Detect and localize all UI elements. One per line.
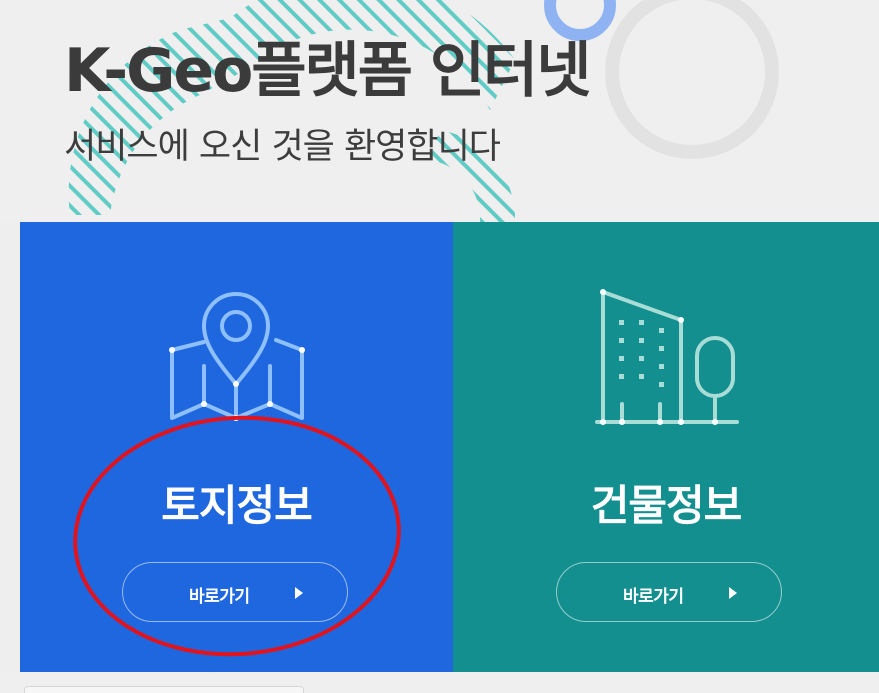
map-pin-icon <box>169 292 305 421</box>
play-arrow-icon <box>295 587 303 599</box>
page-subtitle: 서비스에 오신 것을 환영합니다 <box>64 127 501 167</box>
go-button-label: 바로가기 <box>623 587 684 607</box>
go-button-label: 바로가기 <box>189 587 250 607</box>
land-info-title: 토지정보 <box>161 481 313 530</box>
page: K-Geo플랫폼 인터넷 서비스에 오신 것을 환영합니다 토지정보 바로가기 … <box>0 0 879 693</box>
building-info-card[interactable]: 건물정보 바로가기 <box>453 222 879 672</box>
building-icon <box>595 289 739 425</box>
land-info-card[interactable]: 토지정보 바로가기 <box>20 222 453 672</box>
land-info-go-button[interactable]: 바로가기 <box>122 562 348 622</box>
building-info-title: 건물정보 <box>590 481 743 530</box>
play-arrow-icon <box>729 587 737 599</box>
hero-banner: K-Geo플랫폼 인터넷 서비스에 오신 것을 환영합니다 <box>0 0 879 222</box>
gray-ring-decoration <box>605 0 779 159</box>
bottom-strip <box>0 672 879 693</box>
building-info-go-button[interactable]: 바로가기 <box>556 562 782 622</box>
page-title: K-Geo플랫폼 인터넷 <box>64 36 591 106</box>
bottom-tab <box>24 686 304 693</box>
left-margin <box>0 222 20 672</box>
